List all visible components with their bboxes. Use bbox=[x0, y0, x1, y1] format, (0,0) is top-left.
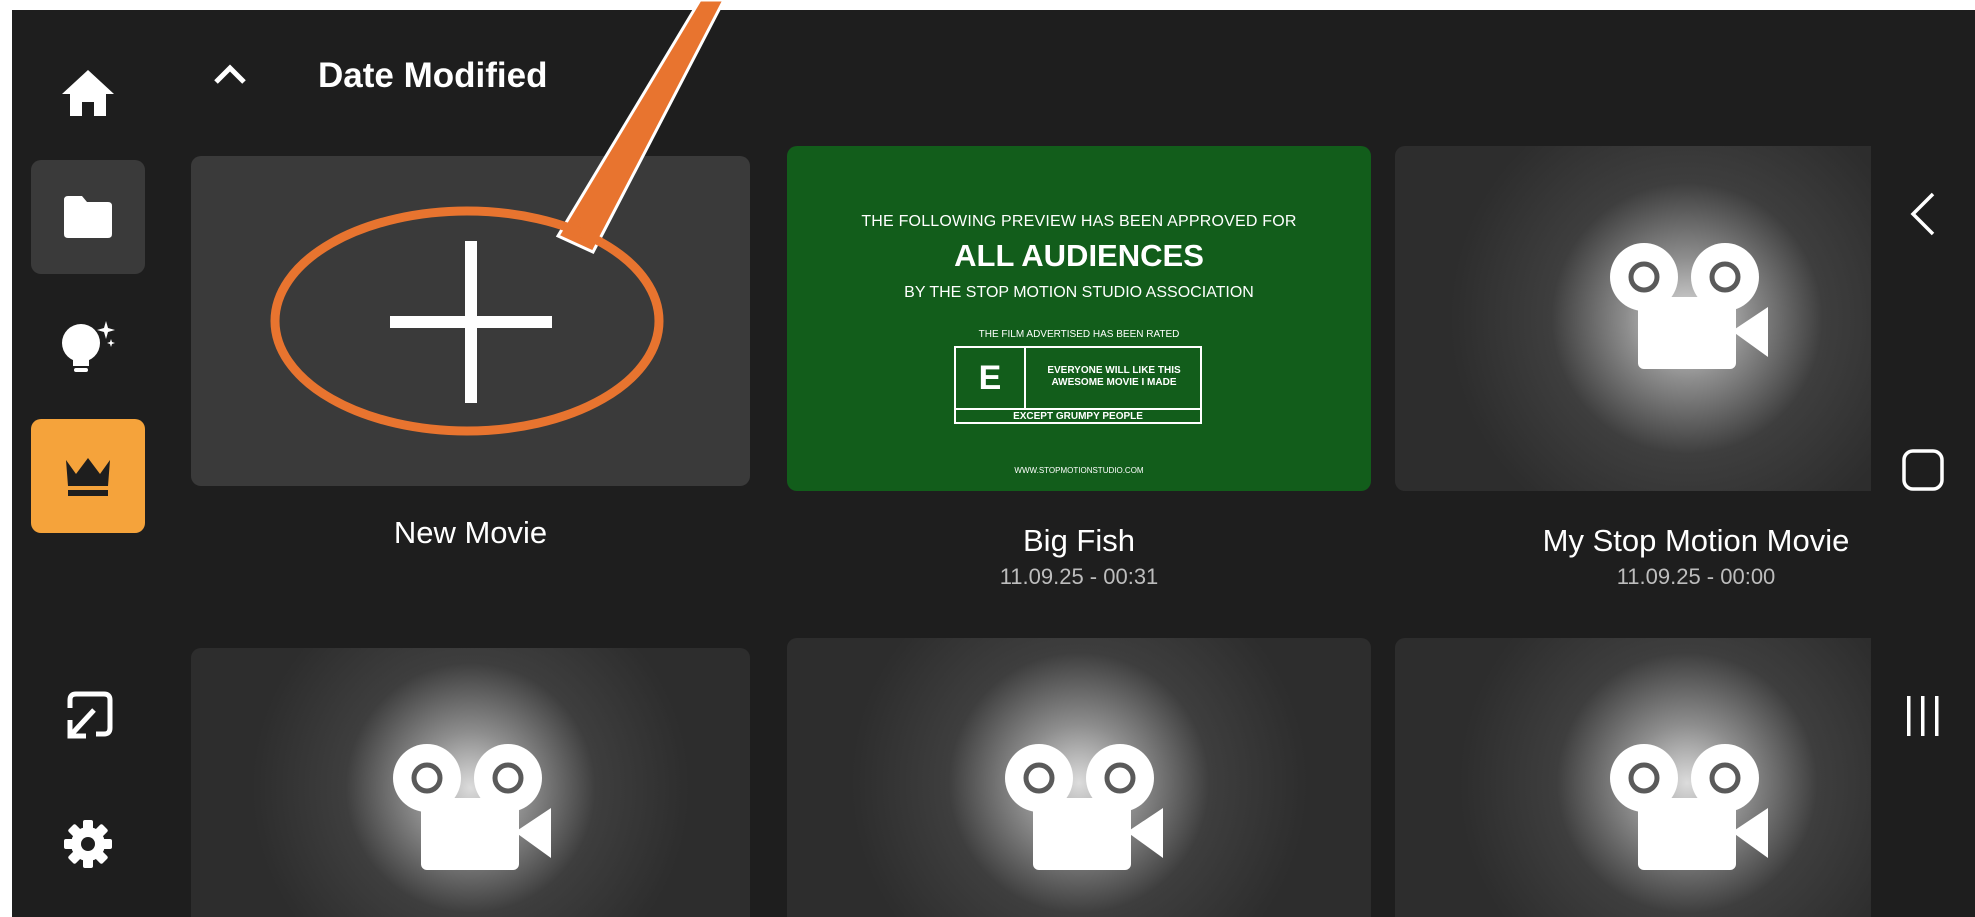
preview-rated-text: THE FILM ADVERTISED HAS BEEN RATED bbox=[978, 329, 1180, 340]
preview-line-3: BY THE STOP MOTION STUDIO ASSOCIATION bbox=[904, 284, 1254, 301]
sidebar-item-ideas[interactable] bbox=[31, 290, 145, 404]
movie-title: My Stop Motion Movie bbox=[1542, 523, 1850, 558]
sidebar-item-settings[interactable] bbox=[31, 787, 145, 901]
system-navigation-bar bbox=[1871, 146, 1975, 917]
movie-card[interactable] bbox=[191, 648, 750, 917]
rating-description: EVERYONE WILL LIKE THIS AWESOME MOVIE I … bbox=[1047, 365, 1181, 388]
sort-toggle-button[interactable] bbox=[208, 54, 252, 98]
movie-camera-icon bbox=[1005, 744, 1163, 870]
movie-title: Big Fish bbox=[1023, 523, 1135, 558]
sidebar-item-projects[interactable] bbox=[31, 160, 145, 274]
new-movie-label[interactable]: New Movie bbox=[191, 515, 750, 551]
sidebar-item-home[interactable] bbox=[31, 36, 145, 150]
rating-letter: E bbox=[956, 348, 1026, 408]
rating-box: E EVERYONE WILL LIKE THIS AWESOME MOVIE … bbox=[954, 346, 1202, 424]
back-icon bbox=[1910, 192, 1935, 236]
app-window: Date Modified New Movie THE FOLLOWING PR… bbox=[12, 10, 1975, 917]
home-icon bbox=[62, 70, 114, 116]
lightbulb-sparkle-icon bbox=[62, 321, 115, 372]
sort-label[interactable]: Date Modified bbox=[318, 54, 547, 98]
home-square-icon bbox=[1902, 449, 1944, 491]
movie-camera-icon bbox=[1610, 744, 1768, 870]
movie-card-big-fish[interactable]: THE FOLLOWING PREVIEW HAS BEEN APPROVED … bbox=[787, 146, 1371, 491]
folder-icon bbox=[64, 196, 112, 238]
preview-line-2: ALL AUDIENCES bbox=[954, 238, 1204, 273]
import-arrow-icon bbox=[67, 691, 113, 739]
recents-icon bbox=[1907, 696, 1939, 736]
sidebar-item-import[interactable] bbox=[31, 659, 145, 773]
movie-camera-icon bbox=[393, 744, 551, 870]
back-button[interactable] bbox=[1871, 190, 1975, 238]
sidebar-item-premium[interactable] bbox=[31, 419, 145, 533]
sidebar bbox=[12, 10, 152, 917]
plus-icon bbox=[390, 241, 552, 403]
new-movie-card[interactable] bbox=[191, 156, 750, 486]
preview-line-1: THE FOLLOWING PREVIEW HAS BEEN APPROVED … bbox=[861, 213, 1297, 230]
movie-camera-icon bbox=[1610, 243, 1768, 369]
home-nav-button[interactable] bbox=[1871, 448, 1975, 492]
movie-date: 11.09.25 - 00:00 bbox=[1616, 564, 1776, 589]
crown-icon bbox=[66, 458, 110, 496]
chevron-up-icon bbox=[214, 64, 246, 84]
gear-icon bbox=[64, 820, 112, 868]
movie-date: 11.09.25 - 00:31 bbox=[999, 564, 1159, 589]
recents-button[interactable] bbox=[1871, 694, 1975, 738]
movie-card[interactable] bbox=[787, 638, 1371, 917]
preview-url: WWW.STOPMOTIONSTUDIO.COM bbox=[1014, 466, 1144, 475]
rating-exception: EXCEPT GRUMPY PEOPLE bbox=[956, 408, 1200, 424]
